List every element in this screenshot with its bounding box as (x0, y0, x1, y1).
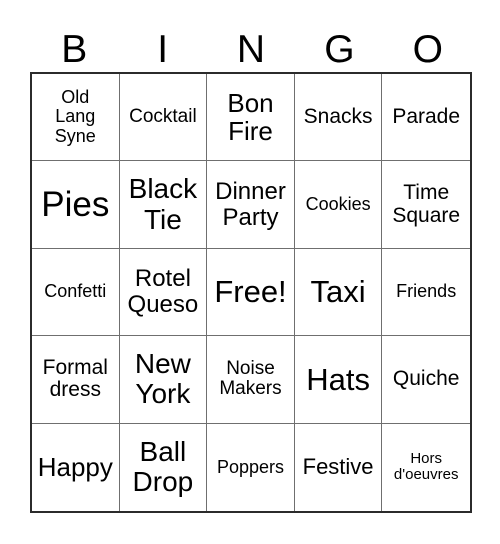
bingo-header-row: B I N G O (30, 22, 472, 72)
bingo-cell[interactable]: Old Lang Syne (32, 74, 120, 162)
bingo-cell-label: Happy (37, 452, 113, 483)
bingo-cell[interactable]: Hats (294, 336, 383, 424)
bingo-cell[interactable]: Dinner Party (207, 161, 295, 249)
bingo-cell[interactable]: Cocktail (119, 74, 208, 162)
bingo-cell[interactable]: Formal dress (32, 336, 120, 424)
bingo-cell[interactable]: Ball Drop (119, 423, 208, 511)
header-letter-o: O (412, 28, 443, 71)
bingo-cell[interactable]: Happy (32, 423, 120, 511)
bingo-cell-label: Pies (41, 184, 110, 224)
bingo-cell-label: Snacks (303, 104, 373, 128)
bingo-free-space-cell[interactable]: Free! (207, 248, 295, 337)
bingo-cell[interactable]: Poppers (207, 423, 295, 511)
bingo-cell-label: Confetti (44, 281, 107, 302)
bingo-cell-label: Friends (396, 281, 457, 302)
bingo-grid: Old Lang Syne Cocktail Bon Fire Snacks Parad… (30, 72, 472, 513)
bingo-cell[interactable]: Quiche (382, 336, 470, 424)
bingo-cell-label: Noise Makers (219, 357, 282, 400)
bingo-cell[interactable]: Parade (382, 74, 470, 162)
header-letter-i: I (157, 28, 169, 71)
bingo-cell[interactable]: New York (119, 336, 208, 424)
bingo-cell-label: Rotel Queso (127, 265, 199, 318)
bingo-cell-label: Poppers (216, 456, 285, 477)
bingo-cell[interactable]: Festive (294, 423, 383, 511)
bingo-cell-label: Time Square (392, 180, 461, 227)
bingo-cell[interactable]: Confetti (32, 248, 120, 337)
bingo-cell-label: Dinner Party (215, 177, 286, 231)
bingo-cell[interactable]: Hors d'oeuvres (382, 423, 470, 511)
bingo-cell[interactable]: Snacks (294, 74, 383, 162)
header-letter-b: B (61, 28, 88, 71)
bingo-cell-label: Hors d'oeuvres (393, 450, 459, 484)
bingo-cell[interactable]: Time Square (382, 161, 470, 249)
bingo-cell-label: Parade (392, 104, 461, 128)
bingo-cell[interactable]: Cookies (294, 161, 383, 249)
bingo-cell-label: Hats (306, 361, 370, 397)
bingo-cell-label: Cookies (305, 193, 371, 214)
bingo-cell-label: Festive (302, 454, 374, 480)
header-letter-g: G (324, 28, 355, 71)
bingo-cell-label: Cocktail (129, 105, 197, 127)
header-letter-n: N (236, 28, 266, 71)
bingo-cell[interactable]: Noise Makers (207, 336, 295, 424)
bingo-cell-label: Ball Drop (132, 436, 194, 498)
bingo-cell-label: Formal dress (42, 355, 108, 402)
bingo-cell-label: New York (134, 348, 191, 410)
bingo-card: B I N G O Old Lang Syne Cocktail Bon Fire S… (0, 0, 500, 544)
bingo-cell[interactable]: Bon Fire (207, 74, 295, 162)
bingo-cell-label: Old Lang Syne (54, 87, 96, 146)
bingo-cell-label: Quiche (392, 367, 460, 391)
bingo-cell[interactable]: Taxi (294, 248, 383, 337)
bingo-cell-label: Taxi (310, 274, 366, 310)
bingo-cell-label: Free! (214, 274, 287, 310)
bingo-cell-label: Bon Fire (227, 88, 274, 147)
bingo-cell[interactable]: Friends (382, 248, 470, 337)
bingo-cell[interactable]: Black Tie (119, 161, 208, 249)
bingo-cell-label: Black Tie (128, 173, 198, 235)
bingo-cell[interactable]: Rotel Queso (119, 248, 208, 337)
bingo-cell[interactable]: Pies (32, 161, 120, 249)
